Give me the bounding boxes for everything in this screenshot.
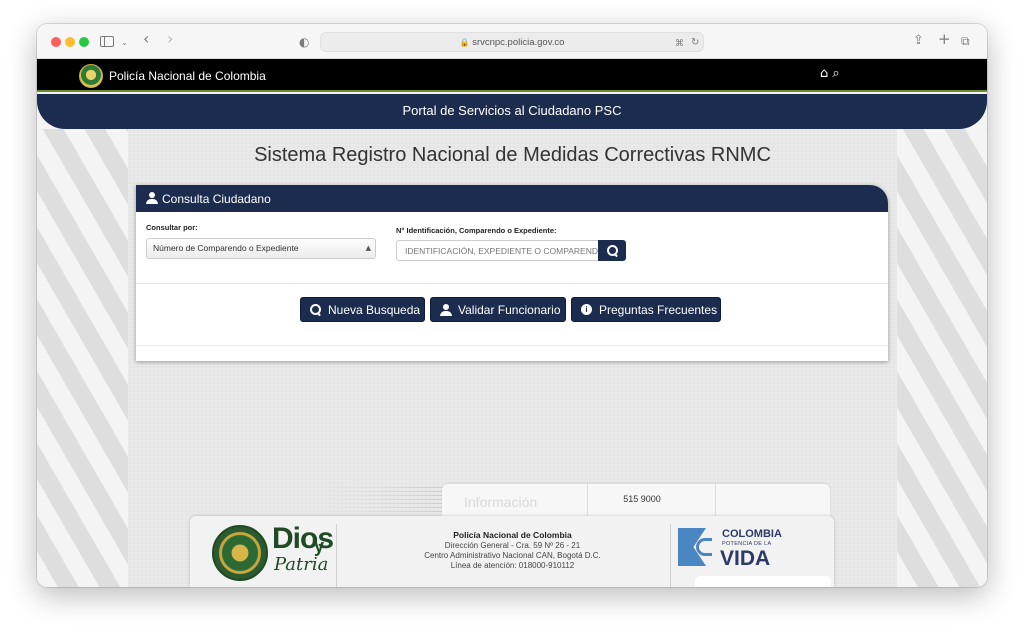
consultar-por-label: Consultar por: [146,223,198,232]
forward-icon[interactable]: › [167,30,173,48]
background-pattern-left [37,129,128,587]
footer-line1: Dirección General - Cra. 59 Nº 26 - 21 [444,541,581,550]
background-pattern-right [897,129,987,587]
consulta-header: Consulta Ciudadano [136,185,888,212]
site-top-bar: Policía Nacional de Colombia ⌂ ⌕ [37,59,987,92]
id-label: N° Identificación, Comparendo o Expedien… [396,226,557,235]
footer-org: Policía Nacional de Colombia [453,530,572,540]
consultar-por-select[interactable]: Número de Comparendo o Expediente ▲ [146,238,376,259]
consulta-card: Consulta Ciudadano Consultar por: Número… [136,185,888,361]
minimize-window-button[interactable] [65,37,75,47]
share-icon[interactable]: ⇪ [913,32,924,50]
user-icon [146,192,158,204]
search-icon[interactable]: ⌕ [832,66,839,81]
address-bar[interactable]: 🔒 srvcnpc.policia.gov.co ⌘ ↻ [320,32,704,52]
motto-patria: Patria [274,554,329,575]
translate-icon[interactable]: ⌘ [675,35,684,53]
sidebar-toggle-icon[interactable] [100,36,114,47]
browser-toolbar: ⌄ ‹ › ◐ 🔒 srvcnpc.policia.gov.co ⌘ ↻ ⇪ +… [37,24,987,59]
info-phone: 515 9000 [623,494,661,504]
divider [136,345,888,346]
reload-icon[interactable]: ↻ [691,34,699,52]
footer-panel [695,576,831,587]
preguntas-frecuentes-button[interactable]: i Preguntas Frecuentes [571,297,721,322]
divider [136,283,888,284]
privacy-shield-icon[interactable]: ◐ [299,33,309,51]
brand-word: COLOMBIA [722,528,782,540]
page-title: Sistema Registro Nacional de Medidas Cor… [254,144,771,166]
police-emblem-icon[interactable] [79,64,103,88]
url-text: srvcnpc.policia.gov.co [472,37,565,48]
nueva-busqueda-label: Nueva Busqueda [328,303,421,317]
info-icon: i [581,304,592,315]
footer-address: Policía Nacional de Colombia Dirección G… [380,530,645,571]
tab-overview-icon[interactable]: ⧉ [961,32,970,50]
select-arrows-icon: ▲ [365,244,371,252]
portal-title: Portal de Servicios al Ciudadano PSC [402,103,622,118]
user-icon [440,304,452,316]
preguntas-frecuentes-label: Preguntas Frecuentes [599,303,718,317]
info-label: Información [464,494,538,510]
search-icon [310,304,321,315]
zoom-window-button[interactable] [79,37,89,47]
search-button[interactable] [598,240,626,261]
search-icon [607,245,618,256]
police-seal-icon [212,525,268,581]
lock-icon: 🔒 [459,38,470,47]
consultar-por-value: Número de Comparendo o Expediente [153,243,299,253]
validar-funcionario-label: Validar Funcionario [458,303,561,317]
chevron-down-icon[interactable]: ⌄ [121,34,128,52]
new-tab-icon[interactable]: + [938,30,951,48]
info-tab: Información 515 9000 [442,484,830,517]
footer-line2: Centro Administrativo Nacional CAN, Bogo… [424,551,601,560]
footer-line3: Línea de atención: 018000-910112 [450,561,575,570]
nueva-busqueda-button[interactable]: Nueva Busqueda [300,297,425,322]
id-input[interactable] [396,240,598,261]
portal-banner: Portal de Servicios al Ciudadano PSC [37,94,987,129]
home-icon[interactable]: ⌂ [820,66,828,81]
back-icon[interactable]: ‹ [143,30,149,48]
brand-vida: VIDA [720,547,771,570]
org-name[interactable]: Policía Nacional de Colombia [109,69,266,83]
consulta-heading: Consulta Ciudadano [162,192,271,206]
decorative-stripes [327,486,447,512]
validar-funcionario-button[interactable]: Validar Funcionario [430,297,566,322]
browser-window: ⌄ ‹ › ◐ 🔒 srvcnpc.policia.gov.co ⌘ ↻ ⇪ +… [37,24,987,587]
close-window-button[interactable] [51,37,61,47]
colombia-logo-icon [678,528,718,566]
